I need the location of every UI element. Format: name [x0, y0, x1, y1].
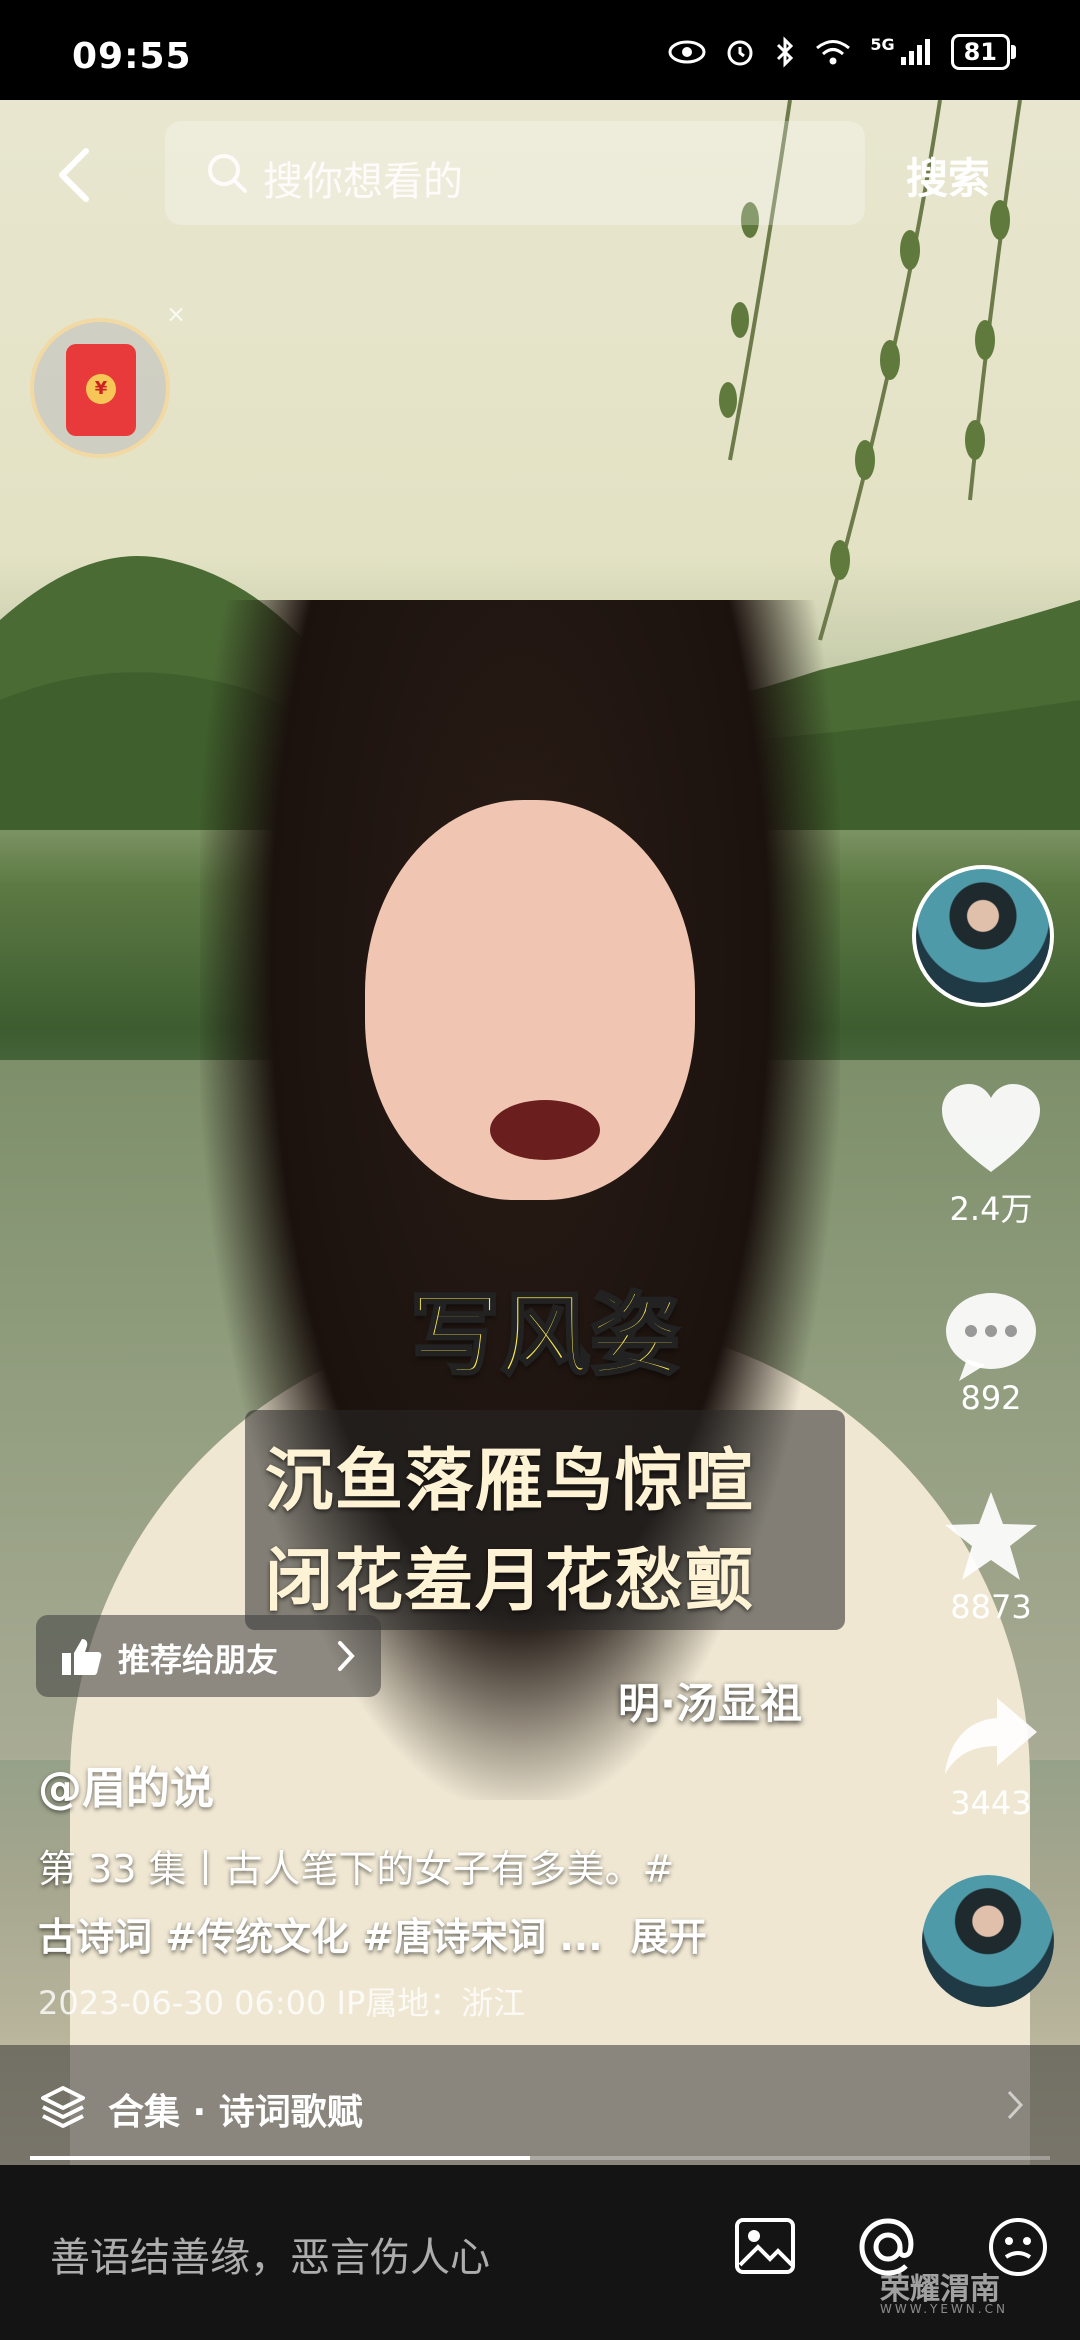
post-meta: 2023-06-30 06:00 IP属地：浙江: [38, 1984, 526, 2022]
chevron-right-icon: [1007, 2090, 1024, 2120]
video-caption-author: 明·汤显祖: [618, 1679, 802, 1728]
search-input[interactable]: 搜你想看的: [263, 149, 463, 207]
share-button[interactable]: 3443: [916, 1690, 1066, 1822]
search-icon: [208, 154, 247, 193]
star-icon: [945, 1492, 1037, 1580]
eye-icon: [668, 40, 706, 64]
red-packet-icon: ¥: [66, 344, 136, 436]
comment-input[interactable]: 善语结善缘，恶言伤人心: [50, 2225, 490, 2283]
video-caption-line-1: 沉鱼落雁鸟惊喧: [265, 1442, 756, 1521]
person-mouth: [490, 1100, 600, 1160]
collection-label: 合集 · 诗词歌赋: [108, 2092, 363, 2133]
like-button[interactable]: 2.4万: [916, 1080, 1066, 1230]
author-avatar[interactable]: [912, 865, 1054, 1007]
search-button[interactable]: 搜索: [906, 145, 990, 206]
description-line-1: 第 33 集丨古人笔下的女子有多美。#: [38, 1847, 675, 1891]
collection-bar[interactable]: 合集 · 诗词歌赋: [0, 2045, 1080, 2165]
watermark-url: WWW.YEWN.CN: [880, 2302, 1008, 2316]
bluetooth-icon: [777, 36, 794, 68]
alarm-icon: [727, 40, 753, 66]
hashtags[interactable]: 古诗词 #传统文化 #唐诗宋词 ...: [38, 1915, 603, 1959]
battery-indicator: 81: [950, 34, 1017, 70]
search-box[interactable]: 搜你想看的: [165, 121, 865, 225]
recommend-to-friend-button[interactable]: 推荐给朋友: [36, 1615, 381, 1697]
favorite-count: 8873: [950, 1588, 1032, 1626]
chevron-right-icon: [338, 1641, 355, 1671]
video-caption-title: 写风姿: [409, 1282, 682, 1390]
layers-icon: [41, 2086, 85, 2128]
signal-icon: [900, 39, 930, 65]
status-icons: 5G 81: [668, 34, 1017, 70]
share-icon: [945, 1698, 1037, 1774]
favorite-button[interactable]: 8873: [916, 1488, 1066, 1626]
red-packet-coin: ¥: [86, 374, 116, 404]
video-progress-fill: [30, 2156, 530, 2160]
red-packet-button[interactable]: ¥: [30, 318, 170, 458]
image-icon[interactable]: [734, 2217, 796, 2275]
recommend-label: 推荐给朋友: [118, 1641, 279, 1679]
top-bar: 搜你想看的 搜索: [0, 115, 1080, 225]
heart-icon: [942, 1084, 1040, 1172]
comment-count: 892: [960, 1379, 1022, 1417]
wifi-icon: [816, 40, 851, 65]
comment-icon: [946, 1293, 1036, 1381]
back-icon[interactable]: [50, 145, 100, 205]
music-disc-avatar[interactable]: [922, 1875, 1054, 2007]
network-type: 5G: [870, 34, 895, 54]
description-line-2: 古诗词 #传统文化 #唐诗宋词 ... 展开: [38, 1906, 707, 1961]
thumbs-up-icon: [62, 1639, 102, 1675]
video-progress-bar[interactable]: [30, 2156, 1050, 2160]
author-name[interactable]: @眉的说: [38, 1752, 214, 1816]
video-caption-line-2: 闭花羞月花愁颤: [265, 1542, 756, 1621]
share-count: 3443: [950, 1784, 1032, 1822]
comment-button[interactable]: 892: [916, 1285, 1066, 1417]
status-time: 09:55: [72, 36, 192, 77]
status-bar: 09:55 5G 81: [0, 0, 1080, 100]
red-packet-close-button[interactable]: ×: [166, 300, 186, 328]
expand-button[interactable]: 展开: [631, 1915, 707, 1959]
like-count: 2.4万: [949, 1190, 1033, 1228]
